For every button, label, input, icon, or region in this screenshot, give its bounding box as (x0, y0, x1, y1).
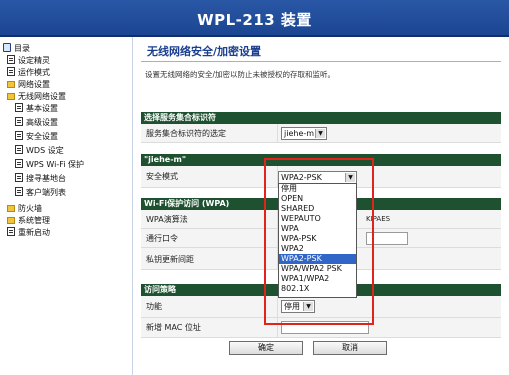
chevron-down-icon: ▼ (315, 129, 325, 138)
ssid-select[interactable]: jiehe-m ▼ (281, 127, 327, 140)
page-title: 无线网络安全/加密设置 (147, 45, 262, 58)
page-icon (15, 187, 23, 196)
page-icon (7, 227, 15, 236)
sidebar-item-firewall[interactable]: 防火墙 (7, 203, 42, 214)
highlight-box (264, 158, 374, 325)
title-divider (141, 61, 501, 62)
home-icon (3, 43, 11, 52)
sidebar-item-reboot[interactable]: 重新启动 (7, 227, 50, 238)
sidebar-item-wizard[interactable]: 设定精灵 (7, 55, 50, 66)
sidebar-nav: 目录 设定精灵 运作模式 网络设置 无线网络设置 基本设置 高级设置 安全设置 … (0, 37, 133, 375)
page-icon (15, 145, 23, 154)
ssid-label: 服务集合标识符的选定 (146, 129, 226, 138)
wpa-algorithm-label: WPA演算法 (146, 215, 188, 224)
folder-icon (7, 205, 15, 212)
access-function-label: 功能 (146, 302, 162, 311)
page-icon (15, 173, 23, 182)
folder-icon (7, 93, 15, 100)
folder-icon (7, 217, 15, 224)
sidebar-item-wireless[interactable]: 无线网络设置 (7, 91, 66, 102)
page-icon (15, 159, 23, 168)
page-icon (15, 131, 23, 140)
passphrase-label: 通行口令 (146, 234, 178, 243)
add-mac-label: 新增 MAC 位址 (146, 323, 201, 332)
sidebar-item-site-survey[interactable]: 搜寻基地台 (15, 173, 66, 184)
sidebar-item-wps[interactable]: WPS Wi-Fi 保护 (15, 159, 84, 170)
page-description: 设置无线网络的安全/加密以防止未被授权的存取和监听。 (145, 70, 336, 79)
ok-button[interactable]: 确定 (229, 341, 303, 355)
sidebar-item-mode[interactable]: 运作模式 (7, 67, 50, 78)
sidebar-item-wds[interactable]: WDS 设定 (15, 145, 64, 156)
folder-icon (7, 81, 15, 88)
security-mode-label: 安全模式 (146, 172, 178, 181)
sidebar-item-root[interactable]: 目录 (3, 43, 30, 54)
rekey-label: 私钥更新间距 (146, 255, 194, 264)
page-icon (7, 67, 15, 76)
ssid-section-header: 选择服务集合标识符 (141, 112, 501, 124)
device-title: WPL-213 装置 (197, 11, 312, 29)
ssid-row: 服务集合标识符的选定 jiehe-m ▼ (141, 124, 501, 143)
header-banner: WPL-213 装置 (0, 0, 509, 37)
sidebar-item-security[interactable]: 安全设置 (15, 131, 58, 142)
sidebar-item-clients[interactable]: 客户端列表 (15, 187, 66, 198)
page-icon (7, 55, 15, 64)
sidebar-item-basic[interactable]: 基本设置 (15, 103, 58, 114)
page-icon (15, 103, 23, 112)
cancel-button[interactable]: 取消 (313, 341, 387, 355)
sidebar-item-network[interactable]: 网络设置 (7, 79, 50, 90)
sidebar-item-advanced[interactable]: 高级设置 (15, 117, 58, 128)
sidebar-item-system[interactable]: 系统管理 (7, 215, 50, 226)
page-icon (15, 117, 23, 126)
